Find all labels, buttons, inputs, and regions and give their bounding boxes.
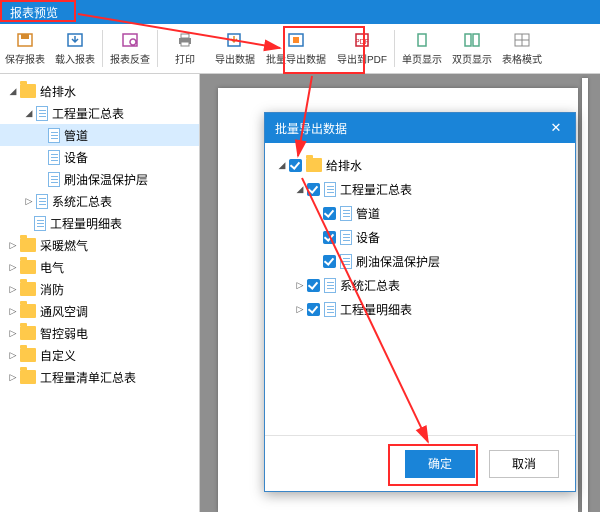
- doc-icon: [340, 254, 352, 269]
- tree-node-equipment[interactable]: 设备: [0, 146, 199, 168]
- check-node-pipe[interactable]: 管道: [273, 201, 567, 225]
- checkbox[interactable]: [323, 207, 336, 220]
- doc-icon: [324, 278, 336, 293]
- save-icon: [15, 31, 35, 49]
- doc-icon: [34, 216, 46, 231]
- expand-icon[interactable]: ▷: [295, 304, 305, 314]
- collapse-icon[interactable]: ◢: [295, 184, 305, 194]
- tree-node-root3[interactable]: ▷消防: [0, 278, 199, 300]
- batch-export-icon: [286, 31, 306, 49]
- checkbox[interactable]: [307, 279, 320, 292]
- ok-button[interactable]: 确定: [405, 450, 475, 478]
- expand-icon[interactable]: ▷: [8, 240, 18, 250]
- check-node-summary[interactable]: ◢工程量汇总表: [273, 177, 567, 201]
- collapse-icon[interactable]: ◢: [277, 160, 287, 170]
- folder-icon: [306, 158, 322, 172]
- svg-text:PDF: PDF: [355, 39, 369, 46]
- checkbox[interactable]: [323, 231, 336, 244]
- tree-node-root5[interactable]: ▷智控弱电: [0, 322, 199, 344]
- expand-icon[interactable]: ▷: [8, 350, 18, 360]
- review-button[interactable]: 报表反查: [105, 24, 155, 73]
- tree-node-root0[interactable]: ◢给排水: [0, 80, 199, 102]
- grid-icon: [512, 31, 532, 49]
- expand-icon[interactable]: ▷: [8, 306, 18, 316]
- print-button[interactable]: 打印: [160, 24, 210, 73]
- export-button[interactable]: 导出数据: [210, 24, 260, 73]
- double-page-icon: [462, 31, 482, 49]
- expand-icon[interactable]: ▷: [24, 196, 34, 206]
- sidebar-tree: ◢给排水 ◢工程量汇总表 管道 设备 刷油保温保护层 ▷系统汇总表 工程量明细表…: [0, 74, 200, 512]
- tree-node-root1[interactable]: ▷采暖燃气: [0, 234, 199, 256]
- checkbox[interactable]: [307, 303, 320, 316]
- expand-icon[interactable]: ▷: [8, 372, 18, 382]
- folder-icon: [20, 370, 36, 384]
- doc-icon: [48, 128, 60, 143]
- load-icon: [65, 31, 85, 49]
- doc-icon: [340, 230, 352, 245]
- load-report-button[interactable]: 载入报表: [50, 24, 100, 73]
- dialog-tree: ◢给排水 ◢工程量汇总表 管道 设备 刷油保温保护层 ▷系统汇总表 ▷工程量明细…: [265, 143, 575, 435]
- collapse-icon[interactable]: ◢: [24, 108, 34, 118]
- batch-export-button[interactable]: 批量导出数据: [260, 24, 332, 73]
- folder-icon: [20, 326, 36, 340]
- close-icon[interactable]: ✕: [547, 119, 565, 137]
- check-node-system[interactable]: ▷系统汇总表: [273, 273, 567, 297]
- double-page-button[interactable]: 双页显示: [447, 24, 497, 73]
- batch-export-dialog: 批量导出数据 ✕ ◢给排水 ◢工程量汇总表 管道 设备 刷油保温保护层 ▷系统汇…: [264, 112, 576, 492]
- grid-mode-button[interactable]: 表格模式: [497, 24, 547, 73]
- doc-icon: [48, 172, 60, 187]
- export-icon: [225, 31, 245, 49]
- tree-node-system[interactable]: ▷系统汇总表: [0, 190, 199, 212]
- expand-icon[interactable]: ▷: [8, 284, 18, 294]
- doc-icon: [48, 150, 60, 165]
- check-node-insulation[interactable]: 刷油保温保护层: [273, 249, 567, 273]
- single-page-icon: [412, 31, 432, 49]
- single-page-button[interactable]: 单页显示: [397, 24, 447, 73]
- expand-icon[interactable]: ▷: [8, 328, 18, 338]
- check-node-equipment[interactable]: 设备: [273, 225, 567, 249]
- tree-node-root6[interactable]: ▷自定义: [0, 344, 199, 366]
- folder-icon: [20, 260, 36, 274]
- tree-node-insulation[interactable]: 刷油保温保护层: [0, 168, 199, 190]
- folder-icon: [20, 304, 36, 318]
- toolbar: 保存报表 载入报表 报表反查 打印 导出数据 批量导出数据 PDF导出到PDF …: [0, 24, 600, 74]
- doc-icon: [324, 182, 336, 197]
- check-node-root[interactable]: ◢给排水: [273, 153, 567, 177]
- save-report-button[interactable]: 保存报表: [0, 24, 50, 73]
- tree-node-summary[interactable]: ◢工程量汇总表: [0, 102, 199, 124]
- tree-node-detail[interactable]: 工程量明细表: [0, 212, 199, 234]
- tree-node-root7[interactable]: ▷工程量清单汇总表: [0, 366, 199, 388]
- expand-icon[interactable]: ▷: [295, 280, 305, 290]
- collapse-icon[interactable]: ◢: [8, 86, 18, 96]
- checkbox[interactable]: [307, 183, 320, 196]
- folder-icon: [20, 348, 36, 362]
- tree-node-root4[interactable]: ▷通风空调: [0, 300, 199, 322]
- print-icon: [175, 31, 195, 49]
- dialog-title: 批量导出数据: [275, 120, 347, 137]
- folder-icon: [20, 238, 36, 252]
- doc-icon: [324, 302, 336, 317]
- dialog-titlebar: 批量导出数据 ✕: [265, 113, 575, 143]
- folder-icon: [20, 282, 36, 296]
- doc-icon: [340, 206, 352, 221]
- page-edge: [582, 78, 588, 512]
- doc-icon: [36, 106, 48, 121]
- checkbox[interactable]: [323, 255, 336, 268]
- export-pdf-button[interactable]: PDF导出到PDF: [332, 24, 392, 73]
- dialog-footer: 确定 取消: [265, 435, 575, 491]
- doc-icon: [36, 194, 48, 209]
- title-text: 报表预览: [0, 4, 68, 21]
- pdf-icon: PDF: [352, 31, 372, 49]
- tree-node-pipe[interactable]: 管道: [0, 124, 199, 146]
- folder-icon: [20, 84, 36, 98]
- review-icon: [120, 31, 140, 49]
- check-node-detail[interactable]: ▷工程量明细表: [273, 297, 567, 321]
- checkbox[interactable]: [289, 159, 302, 172]
- expand-icon[interactable]: ▷: [8, 262, 18, 272]
- cancel-button[interactable]: 取消: [489, 450, 559, 478]
- title-bar: 报表预览: [0, 0, 600, 24]
- tree-node-root2[interactable]: ▷电气: [0, 256, 199, 278]
